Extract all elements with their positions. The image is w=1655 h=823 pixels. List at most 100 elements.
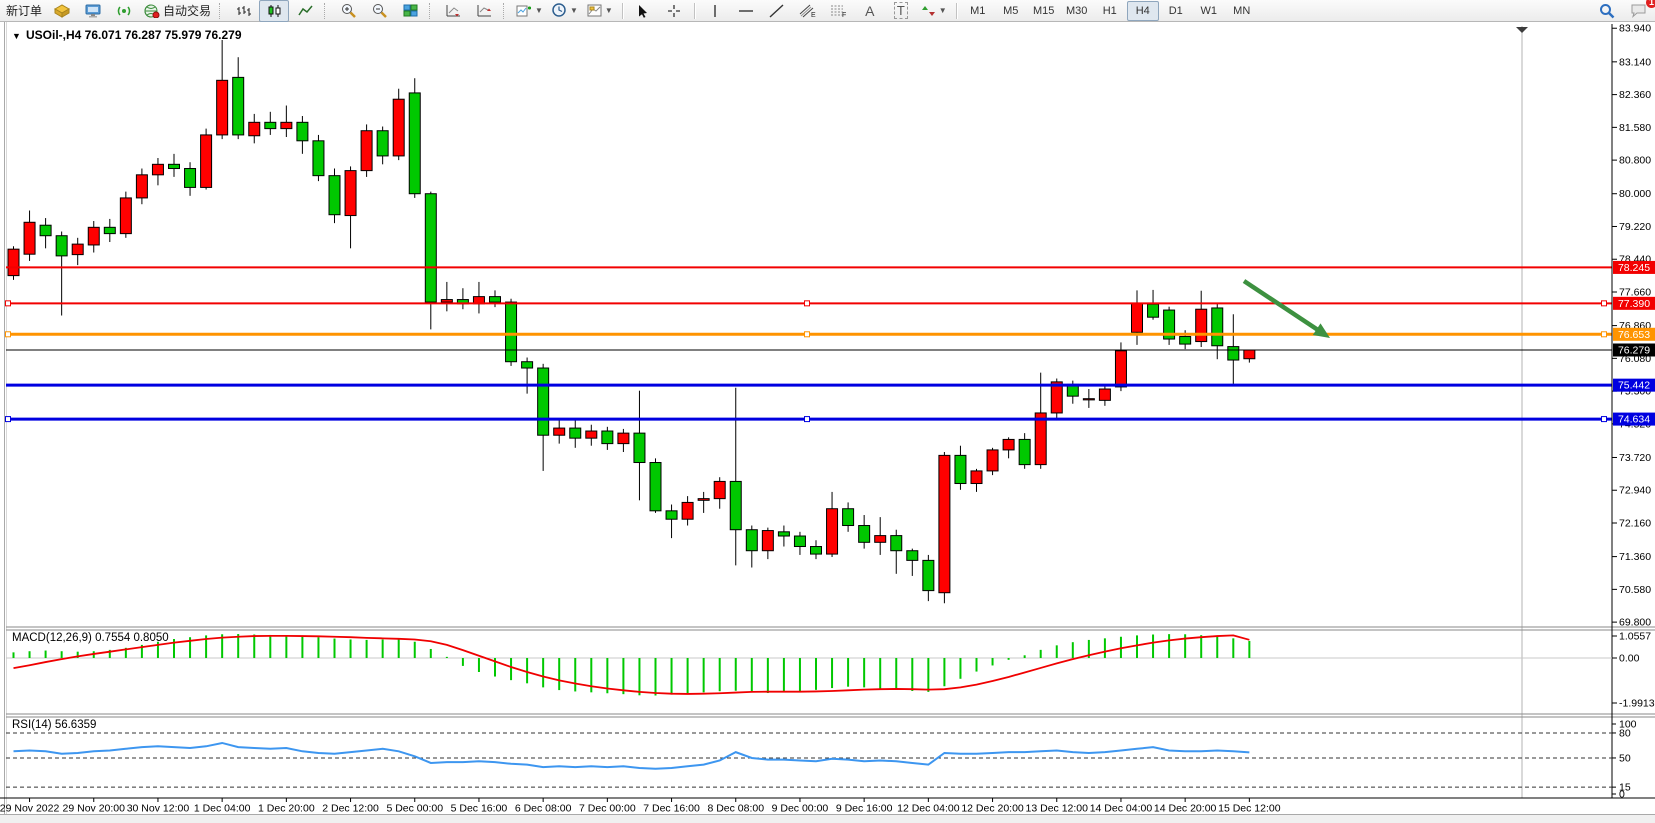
history-center-button[interactable]: [47, 0, 77, 22]
search-button[interactable]: [1592, 0, 1622, 22]
cursor-icon: [637, 4, 649, 18]
hline-handle[interactable]: [805, 301, 810, 306]
candle-body: [730, 481, 741, 529]
price-tick-label: 71.360: [1619, 551, 1651, 563]
new-order-button[interactable]: 新订单: [2, 0, 46, 22]
chart-shift-button[interactable]: [469, 0, 499, 22]
hline-handle[interactable]: [6, 301, 11, 306]
templates-button[interactable]: ▼: [583, 0, 617, 22]
auto-trading-button[interactable]: 自动交易: [140, 0, 215, 22]
cursor-tool-button[interactable]: [628, 0, 658, 22]
price-label-text: 77.390: [1618, 298, 1650, 310]
candle-body: [104, 227, 115, 233]
candle-body: [152, 164, 163, 175]
fibonacci-tool-button[interactable]: F: [824, 0, 854, 22]
arrows-tool-button[interactable]: ▼: [917, 0, 951, 22]
toolbar-grip: [429, 3, 434, 19]
timeframe-m1[interactable]: M1: [962, 1, 994, 21]
hline-handle[interactable]: [805, 417, 810, 422]
candle-chart-type-button[interactable]: [259, 0, 289, 22]
candle-body: [441, 300, 452, 303]
price-tick-label: 82.360: [1619, 89, 1651, 101]
new-chart-icon: [516, 4, 532, 18]
svg-text:F: F: [842, 12, 846, 18]
candle-body: [393, 99, 404, 156]
hline-handle[interactable]: [1602, 332, 1607, 337]
price-chart-canvas[interactable]: 83.94083.14082.36081.58080.80080.00079.2…: [0, 0, 1655, 823]
trendline-icon: [769, 4, 784, 18]
rsi-axis-label: 0: [1619, 789, 1625, 801]
auto-scroll-icon: [446, 4, 461, 17]
equidistant-channel-tool-button[interactable]: E: [793, 0, 823, 22]
candle-body: [891, 536, 902, 551]
tile-windows-button[interactable]: [395, 0, 425, 22]
macd-indicator-label: MACD(12,26,9) 0.7554 0.8050: [12, 632, 169, 644]
candle-body: [586, 431, 597, 438]
candle-body: [185, 169, 196, 188]
candle-body: [538, 368, 549, 435]
line-chart-type-button[interactable]: [290, 0, 320, 22]
candle-body: [923, 560, 934, 590]
price-label-text: 76.653: [1618, 329, 1650, 341]
text-tool-button[interactable]: A: [855, 0, 885, 22]
zoom-out-button[interactable]: [364, 0, 394, 22]
candle-body: [1196, 309, 1207, 341]
candle-body: [361, 131, 372, 171]
trendline-tool-button[interactable]: [762, 0, 792, 22]
horizontal-line-tool-button[interactable]: [731, 0, 761, 22]
candle-body: [506, 302, 517, 362]
timeframe-w1[interactable]: W1: [1193, 1, 1225, 21]
template-icon: [587, 4, 602, 17]
timeframe-d1[interactable]: D1: [1160, 1, 1192, 21]
toolbar-grip: [503, 3, 508, 19]
candle-body: [618, 433, 629, 444]
candle-body: [859, 526, 870, 543]
bar-chart-icon: [236, 4, 251, 18]
bar-chart-type-button[interactable]: [228, 0, 258, 22]
price-tick-label: 80.000: [1619, 188, 1651, 200]
candle-body: [634, 433, 645, 462]
search-icon: [1599, 3, 1615, 19]
time-tick-label: 8 Dec 08:00: [707, 803, 764, 815]
timeframe-m30[interactable]: M30: [1061, 1, 1093, 21]
hline-handle[interactable]: [1602, 301, 1607, 306]
vertical-line-tool-button[interactable]: [700, 0, 730, 22]
candle-body: [939, 455, 950, 592]
symbol-dropdown-arrow[interactable]: ▼: [12, 31, 21, 41]
candle-body: [522, 362, 533, 368]
candlestick-chart-icon: [267, 4, 282, 18]
candle-body: [425, 194, 436, 302]
candle-body: [40, 225, 51, 236]
notifications-button[interactable]: 1: [1623, 0, 1653, 22]
price-tick-label: 73.720: [1619, 452, 1651, 464]
chart-title: USOil-,H4 76.071 76.287 75.979 76.279: [26, 28, 242, 42]
timeframe-mn[interactable]: MN: [1226, 1, 1258, 21]
hline-handle[interactable]: [6, 332, 11, 337]
zoom-in-button[interactable]: [333, 0, 363, 22]
candle-body: [682, 502, 693, 519]
candle-body: [1180, 337, 1191, 345]
timeframe-h4[interactable]: H4: [1127, 1, 1159, 21]
text-label-tool-button[interactable]: T: [886, 0, 916, 22]
candle-body: [233, 77, 244, 135]
price-tick-label: 69.800: [1619, 617, 1651, 629]
timeframe-h1[interactable]: H1: [1094, 1, 1126, 21]
time-tick-label: 7 Dec 16:00: [643, 803, 700, 815]
signals-button[interactable]: [109, 0, 139, 22]
periods-button[interactable]: ▼: [548, 0, 582, 22]
candle-body: [794, 536, 805, 547]
time-tick-label: 15 Dec 12:00: [1218, 803, 1281, 815]
crosshair-tool-button[interactable]: [659, 0, 689, 22]
time-tick-label: 5 Dec 16:00: [451, 803, 508, 815]
timeframe-m15[interactable]: M15: [1028, 1, 1060, 21]
time-tick-label: 12 Dec 04:00: [897, 803, 960, 815]
market-watch-button[interactable]: [78, 0, 108, 22]
price-tick-label: 72.160: [1619, 517, 1651, 529]
new-chart-button[interactable]: ▼: [512, 0, 547, 22]
timeframe-m5[interactable]: M5: [995, 1, 1027, 21]
hline-handle[interactable]: [1602, 417, 1607, 422]
hline-handle[interactable]: [6, 417, 11, 422]
macd-axis-label: -1.9913: [1619, 698, 1655, 710]
auto-scroll-button[interactable]: [438, 0, 468, 22]
hline-handle[interactable]: [805, 332, 810, 337]
